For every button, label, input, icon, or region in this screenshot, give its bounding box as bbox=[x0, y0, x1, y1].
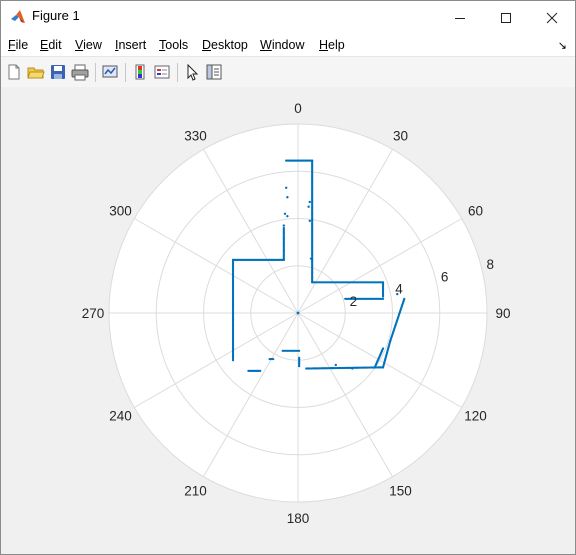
data-point bbox=[381, 295, 385, 298]
menu-file-rest: ile bbox=[15, 38, 29, 52]
scan-segment bbox=[281, 349, 301, 352]
data-point bbox=[286, 196, 289, 199]
data-point bbox=[351, 367, 354, 370]
theta-tick-label: 210 bbox=[184, 484, 207, 499]
theta-tick-label: 300 bbox=[109, 204, 132, 219]
theta-tick-label: 180 bbox=[287, 511, 310, 526]
dock-arrow-icon[interactable]: ↘ bbox=[558, 39, 567, 52]
scan-segment bbox=[282, 226, 285, 261]
theta-tick-label: 240 bbox=[109, 409, 132, 424]
maximize-button[interactable] bbox=[483, 1, 529, 34]
theta-tick-label: 120 bbox=[464, 409, 487, 424]
data-point bbox=[305, 367, 308, 370]
r-tick-label: 8 bbox=[487, 257, 495, 272]
data-point bbox=[307, 205, 310, 208]
scan-segment bbox=[285, 159, 314, 162]
close-icon bbox=[546, 12, 558, 23]
data-point bbox=[298, 365, 301, 368]
menu-tools[interactable]: Tools bbox=[159, 38, 188, 52]
matlab-logo-icon bbox=[11, 10, 25, 23]
menu-edit[interactable]: Edit bbox=[40, 38, 62, 52]
scan-segment bbox=[231, 258, 285, 261]
theta-tick-label: 60 bbox=[468, 204, 483, 219]
data-point bbox=[308, 219, 312, 223]
figure-canvas[interactable]: 0 30 60 90 120 150 180 210 240 270 300 330 2 4 6 8 bbox=[1, 87, 575, 554]
toolbar-separator bbox=[125, 63, 126, 82]
maximize-icon bbox=[501, 12, 511, 23]
scan-segment bbox=[247, 369, 262, 372]
data-point bbox=[311, 159, 314, 162]
data-point bbox=[282, 226, 285, 230]
figure-window: Figure 1 File Edit View Insert Tools Des… bbox=[0, 0, 576, 555]
save-icon[interactable] bbox=[49, 63, 67, 81]
data-point bbox=[381, 297, 385, 300]
r-tick-label: 4 bbox=[395, 282, 403, 297]
property-inspector-icon[interactable] bbox=[205, 63, 223, 81]
data-point bbox=[272, 357, 275, 361]
toolbar bbox=[1, 56, 575, 88]
data-point bbox=[282, 224, 286, 227]
print-icon[interactable] bbox=[71, 63, 89, 81]
close-button[interactable] bbox=[529, 1, 575, 34]
open-file-icon[interactable] bbox=[27, 63, 45, 81]
toolbar-separator bbox=[95, 63, 96, 82]
toolbar-separator bbox=[177, 63, 178, 82]
menu-window[interactable]: Window bbox=[260, 38, 304, 52]
scan-segment bbox=[298, 356, 301, 368]
data-point bbox=[308, 200, 312, 204]
scan-segment bbox=[311, 159, 314, 284]
r-tick-label: 6 bbox=[441, 269, 449, 284]
colorbar-icon[interactable] bbox=[131, 63, 149, 81]
title-bar[interactable]: Figure 1 bbox=[1, 1, 575, 34]
data-point bbox=[284, 186, 288, 189]
minimize-icon bbox=[455, 17, 465, 19]
data-point bbox=[334, 363, 337, 367]
theta-tick-label: 330 bbox=[184, 128, 207, 143]
data-point bbox=[283, 212, 287, 215]
menu-insert[interactable]: Insert bbox=[115, 38, 146, 52]
data-point bbox=[231, 359, 235, 362]
theta-tick-label: 0 bbox=[294, 101, 302, 116]
r-tick-label: 2 bbox=[350, 294, 358, 309]
legend-icon[interactable] bbox=[153, 63, 171, 81]
data-point bbox=[286, 214, 289, 218]
menu-file[interactable]: File bbox=[8, 38, 28, 52]
menu-help[interactable]: Help bbox=[319, 38, 345, 52]
theta-tick-label: 150 bbox=[389, 484, 412, 499]
menu-view[interactable]: View bbox=[75, 38, 102, 52]
theta-tick-label: 90 bbox=[495, 306, 510, 321]
scan-segment bbox=[231, 258, 235, 362]
link-plot-icon[interactable] bbox=[101, 63, 119, 81]
data-point bbox=[298, 349, 301, 352]
scan-segment bbox=[381, 281, 385, 298]
theta-tick-label: 30 bbox=[393, 128, 408, 143]
menu-bar: File Edit View Insert Tools Desktop Wind… bbox=[1, 34, 575, 56]
theta-tick-label: 270 bbox=[82, 306, 105, 321]
edit-plot-pointer-icon[interactable] bbox=[183, 63, 201, 81]
data-point bbox=[259, 369, 262, 372]
scan-segment bbox=[268, 357, 275, 361]
window-title: Figure 1 bbox=[32, 8, 80, 23]
data-point bbox=[309, 257, 313, 260]
new-figure-icon[interactable] bbox=[5, 63, 23, 81]
polar-axes[interactable]: 0 30 60 90 120 150 180 210 240 270 300 330 2 4 6 8 bbox=[1, 87, 575, 554]
menu-desktop[interactable]: Desktop bbox=[202, 38, 248, 52]
scan-segment bbox=[311, 281, 385, 284]
data-point bbox=[296, 311, 300, 315]
data-point bbox=[373, 366, 376, 369]
minimize-button[interactable] bbox=[437, 1, 483, 34]
